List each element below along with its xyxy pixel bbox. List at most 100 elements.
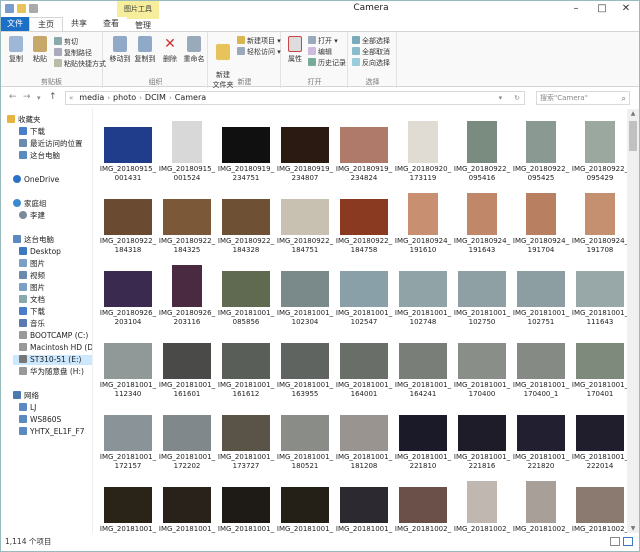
file-item[interactable]: IMG_20180922_184325 [158, 193, 216, 255]
file-item[interactable]: IMG_20181001_173727 [217, 409, 275, 471]
file-item[interactable]: IMG_20180922_184328 [217, 193, 275, 255]
file-item[interactable]: IMG_20181001_172202 [158, 409, 216, 471]
address-dropdown-icon[interactable]: ▾ [499, 92, 515, 104]
back-arrow-icon[interactable]: ← [9, 92, 17, 102]
file-item[interactable]: IMG_20181001_ [99, 481, 157, 533]
file-item[interactable]: IMG_20180924_191643 [453, 193, 511, 255]
recent-locations-chevron-icon[interactable]: ▾ [37, 94, 41, 102]
close-button[interactable]: ✕ [613, 1, 639, 17]
file-item[interactable]: IMG_20181002_ [453, 481, 511, 533]
minimize-button[interactable]: – [563, 1, 589, 17]
maximize-button[interactable]: □ [589, 1, 615, 17]
file-item[interactable]: IMG_20181001_102751 [512, 265, 570, 327]
file-item[interactable]: IMG_20180919_234824 [335, 121, 393, 183]
file-item[interactable]: IMG_20181001_164001 [335, 337, 393, 399]
undo-icon[interactable] [29, 4, 38, 13]
file-item[interactable]: IMG_20181001_172157 [99, 409, 157, 471]
file-item[interactable]: IMG_20181001_180521 [276, 409, 334, 471]
nav-network-yhtx[interactable]: YHTX_EL1F_F7 [19, 427, 85, 437]
properties-button[interactable]: 属性 [284, 36, 306, 64]
file-item[interactable]: IMG_20180924_191708 [571, 193, 627, 255]
cut-button[interactable]: 剪切 [54, 37, 78, 47]
vertical-scrollbar[interactable]: ▲ ▼ [627, 109, 639, 533]
tab-file[interactable]: 文件 [1, 17, 29, 31]
scroll-up-icon[interactable]: ▲ [627, 110, 639, 117]
file-item[interactable]: IMG_20181001_170401 [571, 337, 627, 399]
tab-share[interactable]: 共享 [63, 17, 95, 31]
file-item[interactable]: IMG_20180922_184758 [335, 193, 393, 255]
tab-manage[interactable]: 管理 [127, 17, 159, 31]
nav-item-pictures-1[interactable]: 图片 [19, 259, 45, 269]
path-overflow-icon[interactable]: « [66, 92, 76, 104]
properties-icon[interactable] [5, 4, 14, 13]
nav-homegroup-user[interactable]: 李建 [19, 211, 45, 221]
select-all-button[interactable]: 全部选择 [352, 36, 390, 46]
file-item[interactable]: IMG_20181001_ [158, 481, 216, 533]
file-item[interactable]: IMG_20181001_221820 [512, 409, 570, 471]
file-item[interactable]: IMG_20181001_112340 [99, 337, 157, 399]
select-none-button[interactable]: 全部取消 [352, 47, 390, 57]
copy-button[interactable]: 复制 [5, 36, 27, 64]
file-item[interactable]: IMG_20180924_191704 [512, 193, 570, 255]
nav-item-recent[interactable]: 最近访问的位置 [19, 139, 83, 149]
invert-selection-button[interactable]: 反向选择 [352, 58, 390, 68]
nav-item-music[interactable]: 音乐 [19, 319, 45, 329]
easy-access-button[interactable]: 轻松访问 ▾ [237, 47, 281, 57]
breadcrumb-media[interactable]: media [76, 92, 107, 104]
nav-item-downloads[interactable]: 下载 [19, 127, 45, 137]
file-item[interactable]: IMG_20181001_102547 [335, 265, 393, 327]
nav-network[interactable]: 网络 [13, 391, 39, 401]
file-item[interactable]: IMG_20180926_203116 [158, 265, 216, 327]
tab-home[interactable]: 主页 [29, 17, 63, 31]
file-item[interactable]: IMG_20181002_ [571, 481, 627, 533]
file-item[interactable]: IMG_20181001_111643 [571, 265, 627, 327]
nav-item-drive-e[interactable]: ST310-51 (E:) [13, 355, 92, 365]
nav-item-downloads-pc[interactable]: 下载 [19, 307, 45, 317]
file-item[interactable]: IMG_20181001_102304 [276, 265, 334, 327]
copy-path-button[interactable]: 复制路径 [54, 48, 92, 58]
move-to-button[interactable]: 移动到 [108, 36, 132, 64]
nav-network-lj[interactable]: LJ [19, 403, 36, 413]
file-item[interactable]: IMG_20181001_170400_1 [512, 337, 570, 399]
file-item[interactable]: IMG_20180915_001431 [99, 121, 157, 183]
nav-item-drive-d[interactable]: Macintosh HD (D:) [19, 343, 92, 353]
details-view-icon[interactable] [610, 537, 620, 546]
nav-onedrive[interactable]: OneDrive [13, 175, 59, 185]
file-item[interactable]: IMG_20181001_102750 [453, 265, 511, 327]
file-item[interactable]: IMG_20181001_222014 [571, 409, 627, 471]
nav-item-drive-h[interactable]: 华为随意盘 (H:) [19, 367, 84, 377]
tab-view[interactable]: 查看 [95, 17, 127, 31]
file-item[interactable]: IMG_20180919_234751 [217, 121, 275, 183]
open-button[interactable]: 打开 ▾ [308, 36, 338, 46]
nav-network-ws860s[interactable]: WS860S [19, 415, 61, 425]
file-item[interactable]: IMG_20181001_221810 [394, 409, 452, 471]
nav-item-desktop[interactable]: Desktop [19, 247, 61, 257]
search-input[interactable]: 搜索"Camera" ⌕ [536, 91, 630, 105]
nav-item-drive-c[interactable]: BOOTCAMP (C:) [19, 331, 88, 341]
file-item[interactable]: IMG_20181001_161612 [217, 337, 275, 399]
file-item[interactable]: IMG_20180919_234807 [276, 121, 334, 183]
breadcrumb-dcim[interactable]: DCIM [142, 92, 169, 104]
file-item[interactable]: IMG_20181002_ [512, 481, 570, 533]
nav-item-this-pc-fav[interactable]: 这台电脑 [19, 151, 60, 161]
file-item[interactable]: IMG_20181001_164241 [394, 337, 452, 399]
file-item[interactable]: IMG_20180915_001524 [158, 121, 216, 183]
file-item[interactable]: IMG_20181001_ [276, 481, 334, 533]
paste-shortcut-button[interactable]: 粘贴快捷方式 [54, 59, 106, 69]
edit-button[interactable]: 编辑 [308, 47, 332, 57]
file-item[interactable]: IMG_20180922_184751 [276, 193, 334, 255]
file-item[interactable]: IMG_20180926_203104 [99, 265, 157, 327]
scroll-down-icon[interactable]: ▼ [627, 525, 639, 532]
file-item[interactable]: IMG_20180922_184318 [99, 193, 157, 255]
path-box[interactable]: « media › photo › DCIM › Camera ▾ ↻ [65, 91, 525, 105]
nav-item-videos[interactable]: 视频 [19, 271, 45, 281]
file-item[interactable]: IMG_20180922_095425 [512, 121, 570, 183]
rename-button[interactable]: 重命名 [182, 36, 206, 64]
refresh-icon[interactable]: ↻ [514, 92, 524, 104]
up-arrow-icon[interactable]: ↑ [49, 92, 57, 102]
file-item[interactable]: IMG_20181001_ [335, 481, 393, 533]
file-item[interactable]: IMG_20181001_181208 [335, 409, 393, 471]
paste-button[interactable]: 粘贴 [29, 36, 51, 64]
new-folder-icon[interactable] [17, 4, 26, 13]
scrollbar-thumb[interactable] [629, 121, 637, 151]
